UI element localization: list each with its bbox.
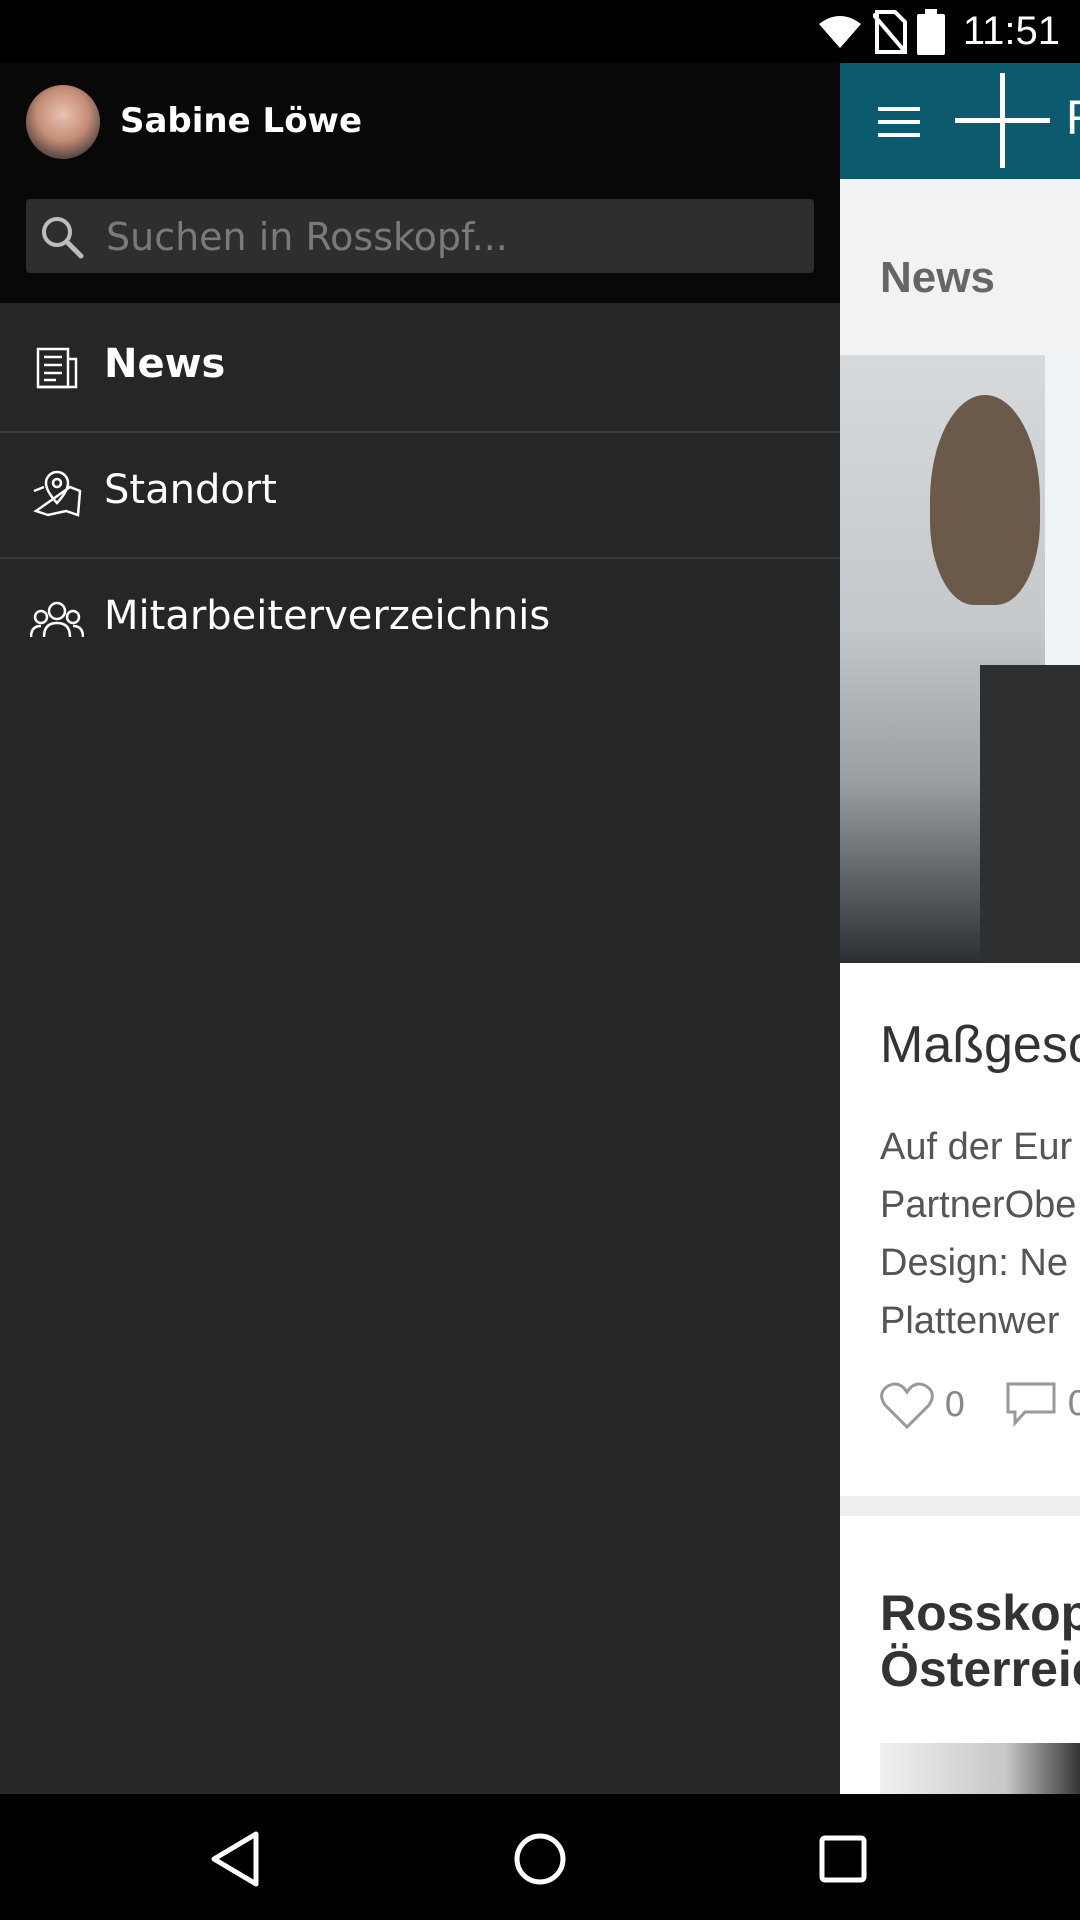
app-toolbar: R — [840, 63, 1080, 179]
like-count: 0 — [944, 1385, 966, 1425]
back-icon[interactable] — [200, 1824, 270, 1894]
article-title[interactable]: Maßgesc — [880, 1015, 1080, 1075]
people-icon — [30, 601, 84, 638]
battery-icon — [916, 8, 945, 55]
sidebar-item-label: Mitarbeiterverzeichnis — [104, 593, 551, 639]
comment-button[interactable]: 0 — [1005, 1381, 1080, 1427]
like-button[interactable]: 0 — [880, 1381, 966, 1429]
search-icon — [42, 217, 84, 259]
card-divider — [840, 1496, 1080, 1516]
title-line: Österreic — [880, 1641, 1080, 1697]
sidebar-item-label: News — [104, 341, 226, 387]
comment-icon — [1006, 1382, 1056, 1427]
navigation-drawer: Sabine Löwe News Standort — [0, 63, 840, 1794]
newspaper-icon — [36, 347, 78, 389]
wifi-icon — [818, 15, 861, 48]
sidebar-item-news[interactable]: News — [0, 305, 840, 433]
user-name[interactable]: Sabine Löwe — [120, 101, 362, 141]
status-time: 11:51 — [962, 9, 1060, 53]
excerpt-line: PartnerObe — [880, 1184, 1077, 1226]
search-input[interactable] — [104, 199, 798, 275]
heart-icon — [880, 1382, 934, 1429]
map-pin-icon — [33, 470, 82, 517]
toolbar-title: R — [1066, 91, 1080, 146]
drawer-header: Sabine Löwe — [0, 63, 840, 303]
search-box[interactable] — [26, 199, 814, 275]
article-image[interactable] — [840, 355, 1080, 963]
menu-icon[interactable] — [878, 107, 920, 137]
section-title: News — [880, 253, 995, 302]
title-line: Rosskop — [880, 1585, 1080, 1641]
recents-icon[interactable] — [808, 1824, 878, 1894]
system-nav-bar — [0, 1794, 1080, 1920]
status-bar: 11:51 — [0, 0, 1080, 63]
sidebar-item-standort[interactable]: Standort — [0, 431, 840, 559]
excerpt-line: Plattenwer — [880, 1300, 1060, 1342]
home-icon[interactable] — [505, 1824, 575, 1894]
app-content: R News Maßgesc Auf der Eur PartnerObe De… — [840, 63, 1080, 1794]
no-sim-icon — [872, 9, 907, 54]
comment-count: 0 — [1067, 1384, 1080, 1424]
avatar[interactable] — [26, 85, 100, 159]
system-icons: 11:51 — [817, 0, 1060, 63]
brand-logo — [955, 73, 1050, 168]
sidebar-item-mitarbeiterverzeichnis[interactable]: Mitarbeiterverzeichnis — [0, 557, 840, 683]
excerpt-line: Auf der Eur — [880, 1126, 1073, 1168]
article-excerpt: Auf der Eur PartnerObe Design: Ne Platte… — [880, 1118, 1080, 1350]
excerpt-line: Design: Ne — [880, 1242, 1068, 1284]
article-title[interactable]: Rosskop Österreic — [880, 1585, 1080, 1697]
article-image[interactable] — [880, 1743, 1080, 1794]
sidebar-item-label: Standort — [104, 467, 277, 513]
